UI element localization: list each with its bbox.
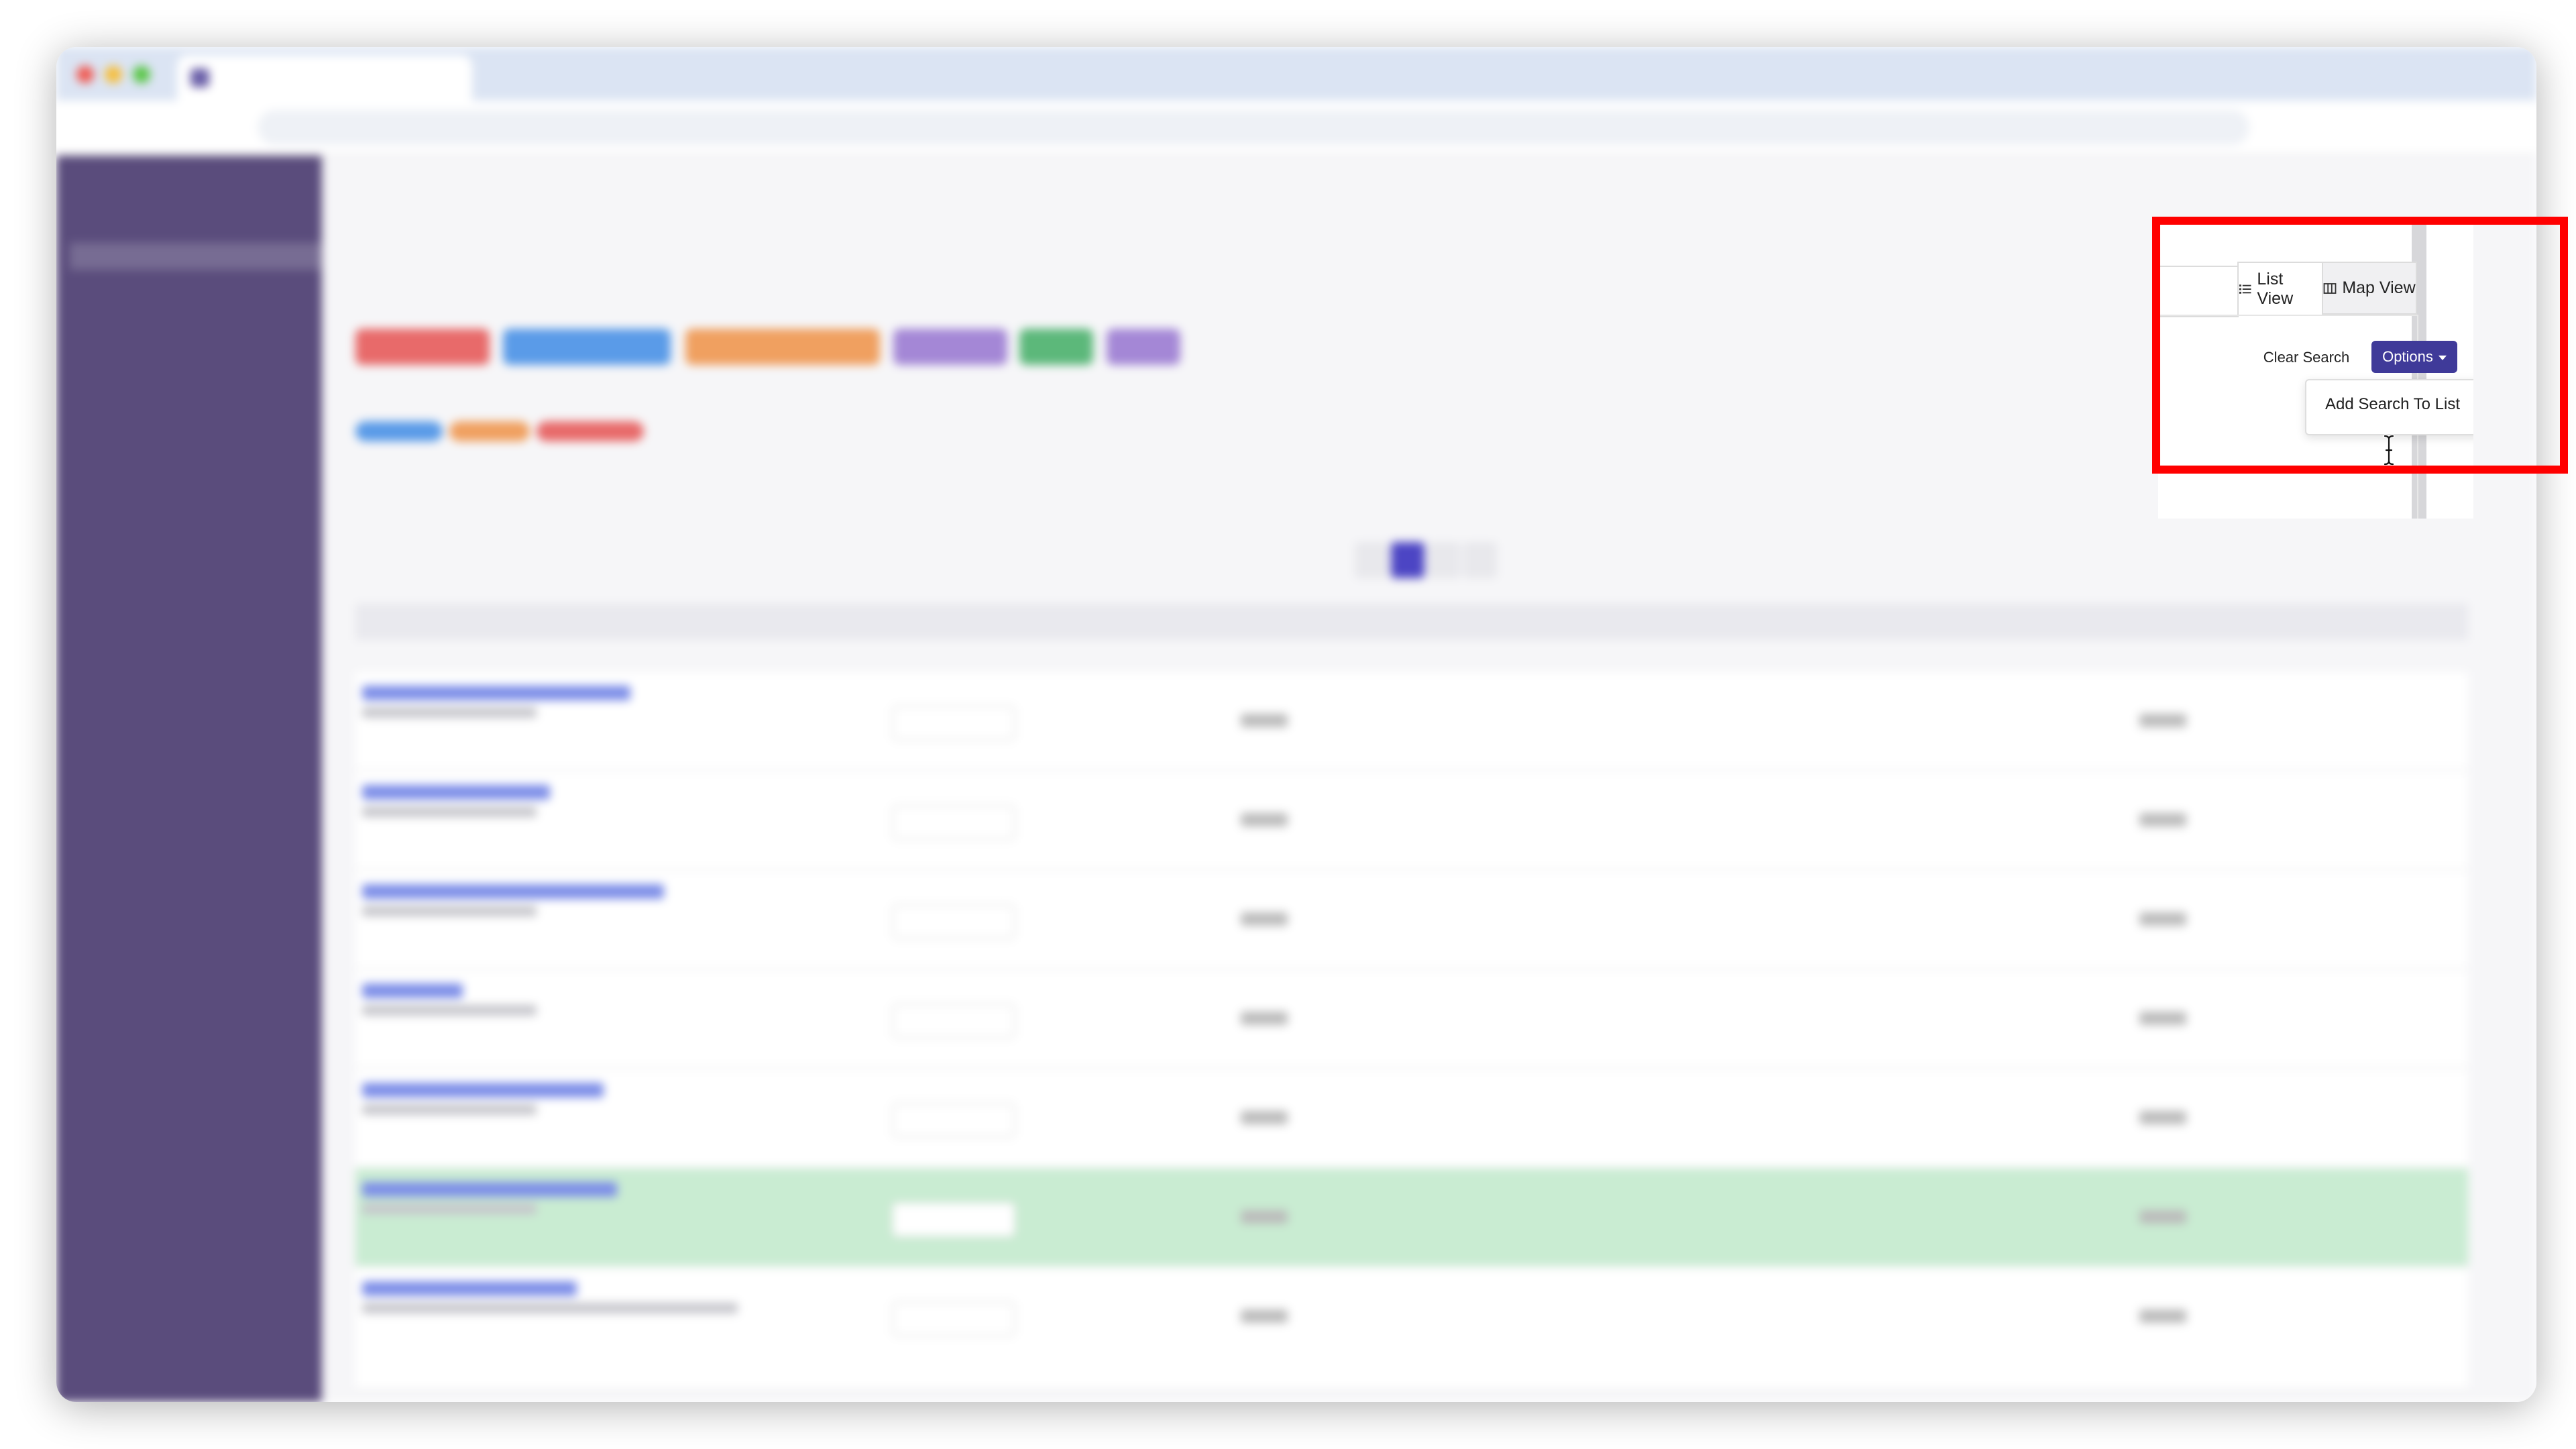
filter-chip[interactable] xyxy=(685,329,880,365)
table-row[interactable] xyxy=(355,672,2468,771)
browser-toolbar xyxy=(56,101,2536,156)
sidebar-item[interactable] xyxy=(70,243,322,270)
sidebar-item[interactable] xyxy=(83,284,298,311)
pagination-button[interactable] xyxy=(1391,542,1424,578)
sidebar-item[interactable] xyxy=(83,326,298,353)
address-bar[interactable] xyxy=(258,110,2249,145)
maximize-window-icon[interactable] xyxy=(133,66,150,83)
filter-chip[interactable] xyxy=(893,329,1007,365)
filter-chip[interactable] xyxy=(355,329,490,365)
table-header xyxy=(355,604,2468,640)
minimize-window-icon[interactable] xyxy=(105,66,122,83)
filter-chip[interactable] xyxy=(503,329,671,365)
browser-tab[interactable] xyxy=(177,55,472,101)
tag-pill xyxy=(449,421,530,441)
sidebar xyxy=(56,156,322,1402)
sidebar-item[interactable] xyxy=(83,451,298,478)
sidebar-item[interactable] xyxy=(83,409,298,436)
table-row[interactable] xyxy=(355,1169,2468,1267)
table-row[interactable] xyxy=(355,1268,2468,1390)
favicon-icon xyxy=(190,68,209,87)
filter-chip[interactable] xyxy=(1107,329,1180,365)
filter-chip[interactable] xyxy=(1019,329,1093,365)
tag-pill xyxy=(355,421,443,441)
tag-pill xyxy=(537,421,644,441)
sidebar-item[interactable] xyxy=(83,492,298,519)
table-row[interactable] xyxy=(355,771,2468,870)
pagination-button[interactable] xyxy=(1355,542,1388,578)
sidebar-item[interactable] xyxy=(83,368,298,394)
sidebar-item[interactable] xyxy=(83,559,298,586)
sidebar-item[interactable] xyxy=(83,643,298,669)
highlight-box xyxy=(2152,217,2568,474)
pagination-button[interactable] xyxy=(1463,542,1497,578)
pagination-button[interactable] xyxy=(1427,542,1461,578)
browser-tab-strip xyxy=(56,47,2536,101)
close-window-icon[interactable] xyxy=(76,66,94,83)
sidebar-item[interactable] xyxy=(83,601,298,628)
table-row[interactable] xyxy=(355,1069,2468,1168)
table-row[interactable] xyxy=(355,871,2468,969)
table-row[interactable] xyxy=(355,970,2468,1069)
